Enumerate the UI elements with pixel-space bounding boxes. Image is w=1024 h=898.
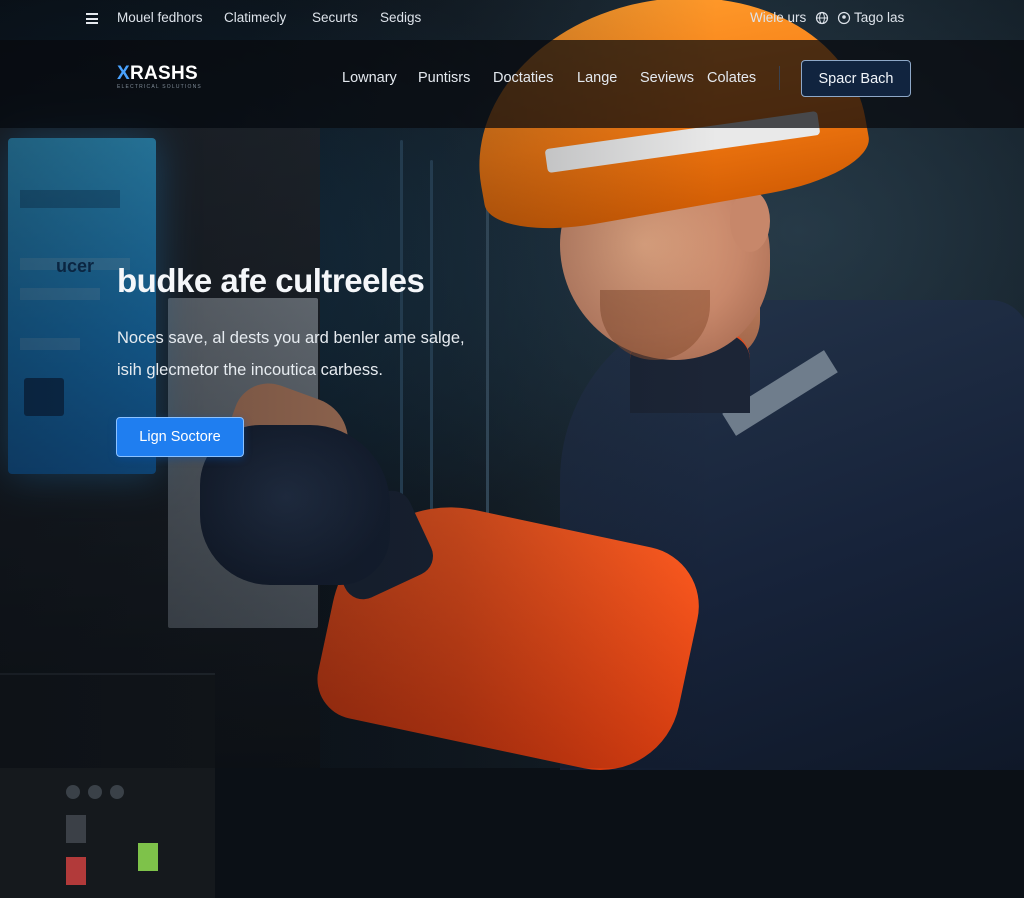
nav-link[interactable]: Colates [707,70,756,86]
switch-module [66,857,86,885]
nav-link[interactable]: Lownary [342,70,397,86]
switch-module [138,843,158,871]
logo-tagline: ELECTRICAL SOLUTIONS [117,84,202,90]
indicator-light [88,785,102,799]
user-icon[interactable] [837,11,851,25]
account-link[interactable]: Tago las [854,10,904,25]
header-cta-button[interactable]: Spacr Bach [801,60,911,97]
menu-icon[interactable] [86,13,98,24]
switch-module [66,815,86,843]
logo-wordmark: XRASHS [117,63,198,84]
utility-link-right[interactable]: Wiele urs [750,10,806,25]
nav-link[interactable]: Doctaties [493,70,553,86]
utility-link[interactable]: Mouel fedhors [117,10,203,25]
globe-icon[interactable] [815,11,829,25]
nav-link[interactable]: Seviews [640,70,694,86]
indicator-light [110,785,124,799]
hero-subtitle: isih glecmetor the incoutica carbess. [117,361,383,379]
hero-cta-button[interactable]: Lign Soctore [116,417,244,457]
indicator-light [66,785,80,799]
nav-link[interactable]: Lange [577,70,617,86]
hero-subtitle: Noces save, al dests you ard benler ame … [117,329,465,347]
hero-title: budke afe cultreeles [117,262,425,299]
utility-link[interactable]: Sedigs [380,10,421,25]
utility-bar: Mouel fedhors Clatimecly Securts Sedigs … [0,0,1024,40]
utility-link[interactable]: Clatimecly [224,10,286,25]
nav-divider [779,66,780,90]
brand-logo[interactable]: XRASHS ELECTRICAL SOLUTIONS [117,64,213,92]
utility-link[interactable]: Securts [312,10,358,25]
nav-link[interactable]: Puntisrs [418,70,470,86]
